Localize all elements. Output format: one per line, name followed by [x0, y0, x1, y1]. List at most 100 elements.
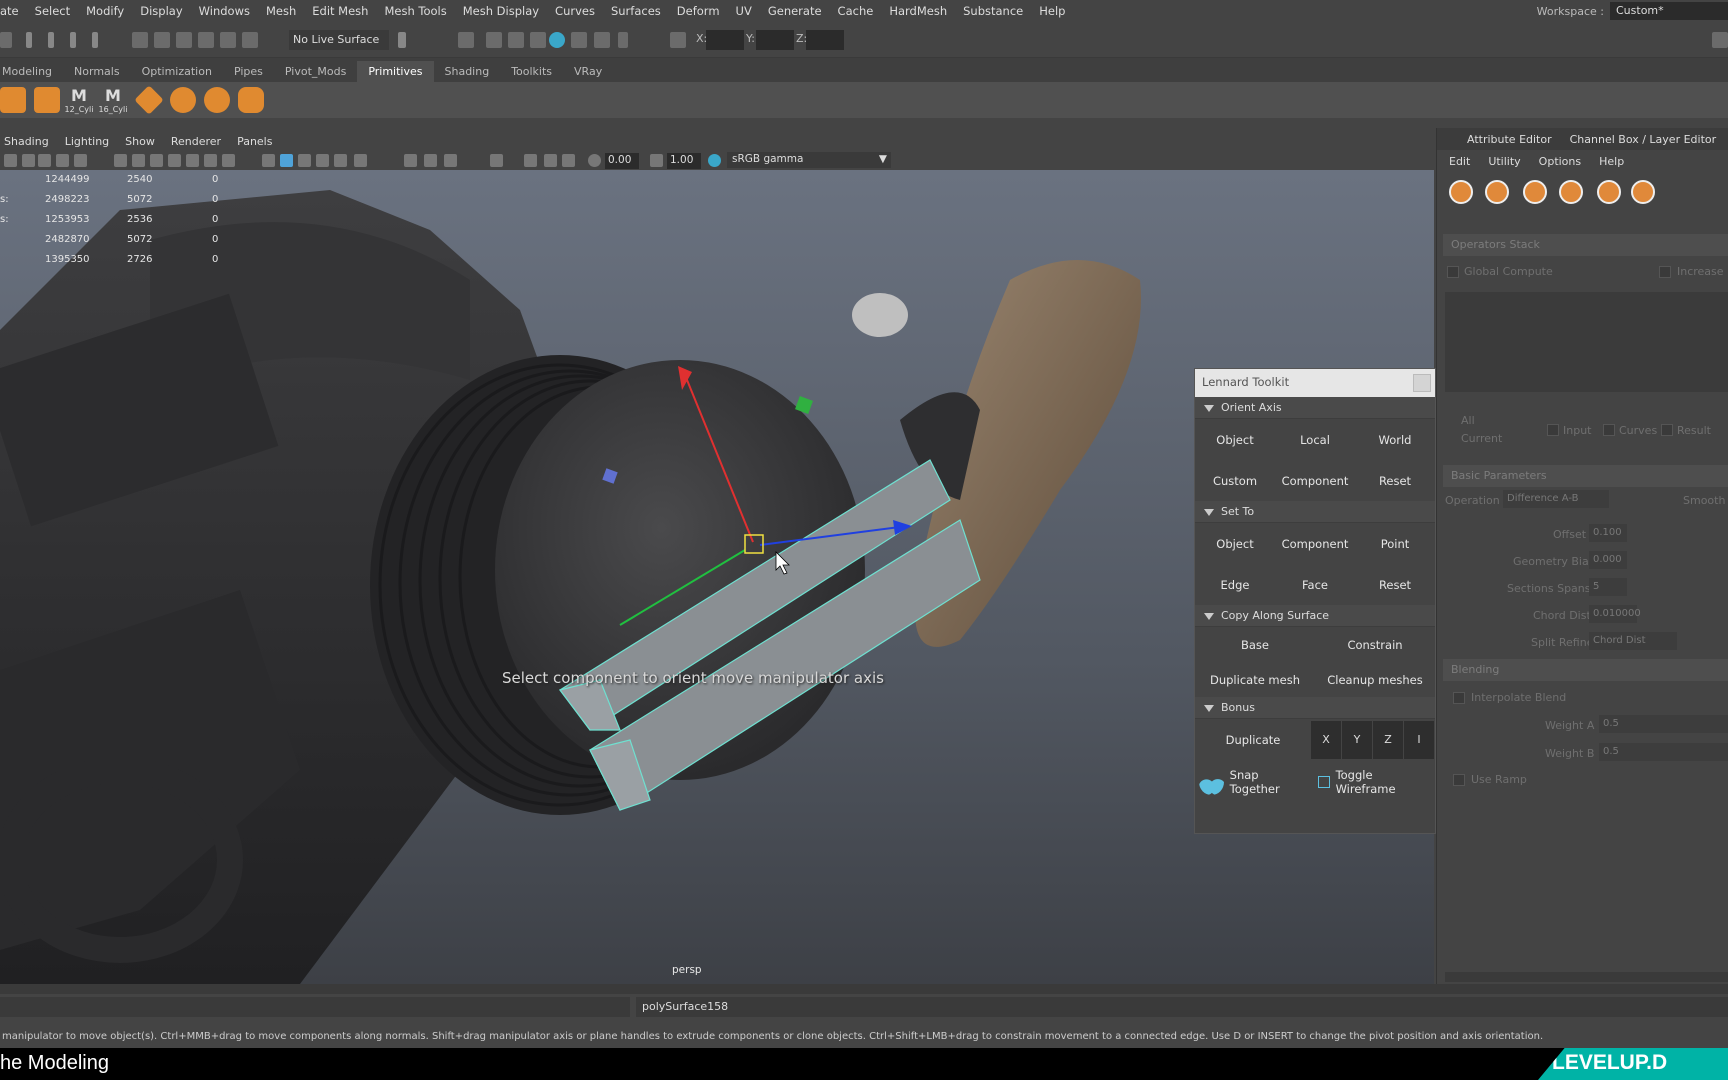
- snap-together-button[interactable]: Snap Together: [1230, 768, 1308, 796]
- close-button[interactable]: [1413, 374, 1431, 392]
- snap-curve-icon[interactable]: [154, 32, 170, 48]
- render-region-icon[interactable]: [486, 32, 502, 48]
- menu-modify[interactable]: Modify: [78, 4, 132, 18]
- snap-view-icon[interactable]: [198, 32, 214, 48]
- safe-title-icon[interactable]: [222, 154, 235, 167]
- xray-joints-icon[interactable]: [524, 154, 537, 167]
- transform-icon[interactable]: [670, 32, 686, 48]
- torus-icon[interactable]: [170, 87, 196, 113]
- orient-object-button[interactable]: Object: [1195, 433, 1275, 447]
- orient-component-button[interactable]: Component: [1275, 474, 1355, 488]
- chord-dist-field[interactable]: 0.010000: [1589, 605, 1641, 623]
- section-operators-stack[interactable]: Operators Stack: [1443, 234, 1728, 256]
- snap-point-icon[interactable]: [176, 32, 192, 48]
- live-surface-field[interactable]: No Live Surface: [289, 30, 389, 50]
- weight-a-field[interactable]: 0.5: [1599, 715, 1728, 733]
- panel-menu-show[interactable]: Show: [117, 135, 163, 148]
- menu-windows[interactable]: Windows: [191, 4, 258, 18]
- snap-surface-icon[interactable]: [220, 32, 236, 48]
- cube-icon[interactable]: [0, 87, 26, 113]
- render-settings-icon[interactable]: [530, 32, 546, 48]
- color-management-icon[interactable]: [708, 154, 721, 167]
- shelf-tab-optimization[interactable]: Optimization: [131, 61, 223, 82]
- exposure-field[interactable]: 0.00: [605, 153, 639, 169]
- resolution-gate-icon[interactable]: [150, 154, 163, 167]
- textured-icon[interactable]: [334, 154, 347, 167]
- wireframe-on-shaded-icon[interactable]: [298, 154, 311, 167]
- weight-b-field[interactable]: 0.5: [1599, 743, 1728, 761]
- 2d-pan-icon[interactable]: [56, 154, 69, 167]
- render-icon[interactable]: [458, 32, 474, 48]
- orient-custom-button[interactable]: Custom: [1195, 474, 1275, 488]
- section-set-to[interactable]: Set To: [1195, 501, 1435, 523]
- shelf-tab-toolkits[interactable]: Toolkits: [500, 61, 563, 82]
- cylinder-12-shelf-button[interactable]: M 12_Cyli: [64, 86, 94, 114]
- set-to-point-button[interactable]: Point: [1355, 537, 1435, 551]
- field-chart-icon[interactable]: [186, 154, 199, 167]
- menu-uv[interactable]: UV: [728, 4, 760, 18]
- camera-icon[interactable]: [4, 154, 17, 167]
- sections-spans-field[interactable]: 5: [1589, 578, 1627, 596]
- orient-reset-button[interactable]: Reset: [1355, 474, 1435, 488]
- pipe-icon[interactable]: [238, 87, 264, 113]
- cylinder-icon[interactable]: [34, 87, 60, 113]
- shelf-tab-vray[interactable]: VRay: [563, 61, 613, 82]
- axis-z-button[interactable]: Z: [1373, 721, 1403, 759]
- set-to-edge-button[interactable]: Edge: [1195, 578, 1275, 592]
- ipr-icon[interactable]: [508, 32, 524, 48]
- shelf-tab-shading[interactable]: Shading: [434, 61, 501, 82]
- isolate-select-icon[interactable]: [490, 154, 503, 167]
- menu-substance[interactable]: Substance: [955, 4, 1031, 18]
- x-field[interactable]: [706, 30, 744, 50]
- interpolate-blend-checkbox[interactable]: [1453, 692, 1465, 704]
- radio-current[interactable]: Current: [1461, 432, 1502, 445]
- workspace-dropdown[interactable]: Custom*: [1610, 2, 1728, 20]
- panel-menu-panels[interactable]: Panels: [229, 135, 280, 148]
- axis-y-button[interactable]: Y: [1342, 721, 1372, 759]
- boolean-intersection-icon[interactable]: [1523, 180, 1547, 204]
- geometry-bias-field[interactable]: 0.000: [1589, 551, 1627, 569]
- section-basic-parameters[interactable]: Basic Parameters: [1443, 465, 1728, 487]
- menu-item[interactable]: ate: [0, 4, 27, 18]
- boolean-hole-icon[interactable]: [1597, 180, 1621, 204]
- selected-object-field[interactable]: polySurface158: [636, 997, 1728, 1017]
- smooth-shade-icon[interactable]: [280, 154, 293, 167]
- cylinder-16-shelf-button[interactable]: M 16_Cyli: [98, 86, 128, 114]
- gate-mask-icon[interactable]: [168, 154, 181, 167]
- y-field[interactable]: [756, 30, 794, 50]
- menu-help[interactable]: Help: [1031, 4, 1073, 18]
- menu-edit-mesh[interactable]: Edit Mesh: [304, 4, 376, 18]
- toolkit-title-bar[interactable]: Lennard Toolkit: [1195, 369, 1435, 397]
- panel-menu-shading[interactable]: Shading: [0, 135, 57, 148]
- menu-curves[interactable]: Curves: [547, 4, 603, 18]
- shelf-tab-pivot-mods[interactable]: Pivot_Mods: [274, 61, 357, 82]
- boolean-slice-icon[interactable]: [1559, 180, 1583, 204]
- render-setup-icon[interactable]: [571, 32, 587, 48]
- tab-channel-box[interactable]: Channel Box / Layer Editor: [1570, 133, 1717, 146]
- operation-dropdown[interactable]: Difference A-B: [1503, 490, 1609, 508]
- tab-attribute-editor[interactable]: Attribute Editor: [1467, 133, 1552, 146]
- pin-icon[interactable]: [26, 32, 32, 48]
- bookmark-icon[interactable]: [22, 154, 35, 167]
- sidebar-toggle-icon[interactable]: [1712, 32, 1728, 48]
- snap-vertex-icon[interactable]: [242, 32, 258, 48]
- pin-icon[interactable]: [92, 32, 98, 48]
- tools-icon[interactable]: [594, 32, 610, 48]
- set-to-object-button[interactable]: Object: [1195, 537, 1275, 551]
- shelf-tab-primitives[interactable]: Primitives: [357, 61, 434, 82]
- mode-dropdown-icon[interactable]: [0, 32, 12, 48]
- input-checkbox[interactable]: [1547, 424, 1559, 436]
- shadows-icon[interactable]: [404, 154, 417, 167]
- duplicate-mesh-button[interactable]: Duplicate mesh: [1195, 673, 1315, 687]
- hypershade-icon[interactable]: [549, 32, 565, 48]
- shelf-tab-normals[interactable]: Normals: [63, 61, 131, 82]
- constrain-button[interactable]: Constrain: [1315, 638, 1435, 652]
- gamma-field[interactable]: 1.00: [667, 153, 701, 169]
- result-checkbox[interactable]: [1661, 424, 1673, 436]
- section-copy-along-surface[interactable]: Copy Along Surface: [1195, 605, 1435, 627]
- xray-active-icon[interactable]: [544, 154, 557, 167]
- toggle-wireframe-button[interactable]: Toggle Wireframe: [1336, 768, 1431, 796]
- mel-input[interactable]: [0, 997, 630, 1017]
- radio-all[interactable]: All: [1461, 414, 1475, 427]
- snap-grid-icon[interactable]: [132, 32, 148, 48]
